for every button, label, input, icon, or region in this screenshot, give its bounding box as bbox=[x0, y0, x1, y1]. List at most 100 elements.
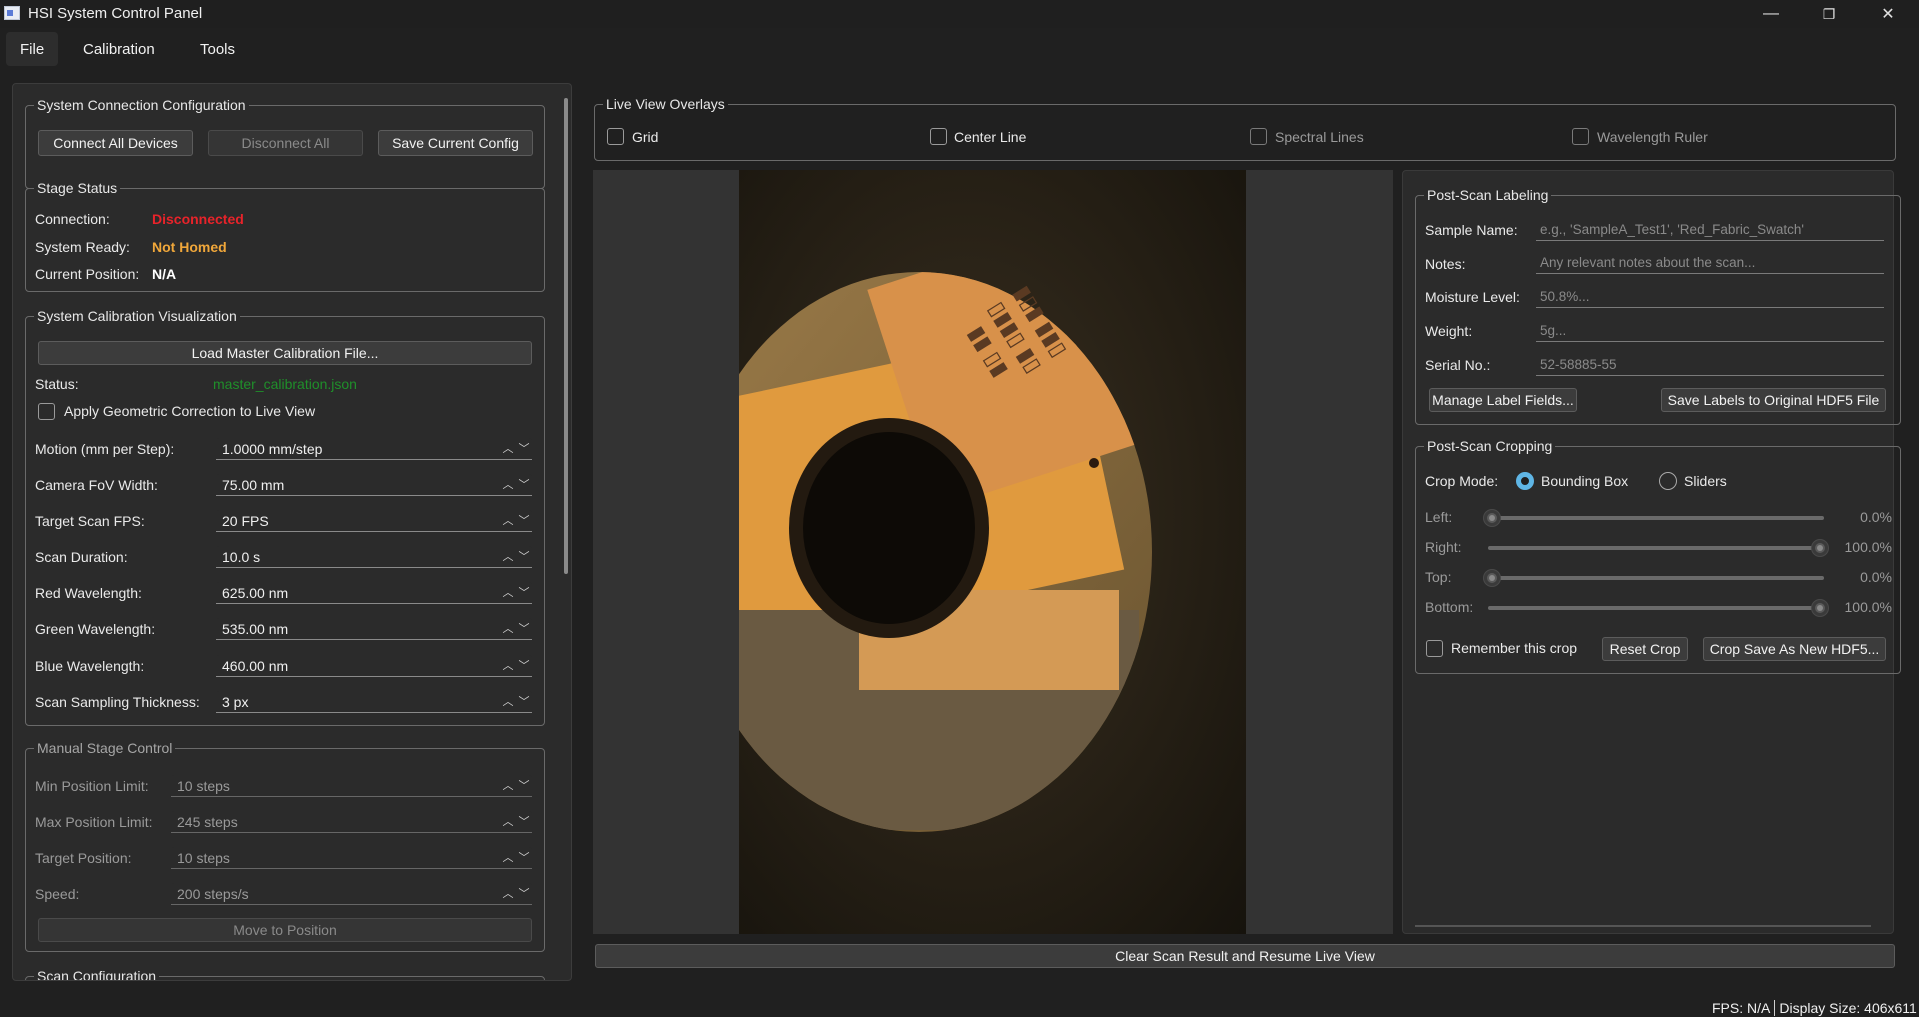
right-panel-scrollbar[interactable] bbox=[1415, 925, 1871, 927]
crop-left-value: 0.0% bbox=[1860, 509, 1892, 525]
current-position-label: Current Position: bbox=[35, 266, 140, 282]
crop-save-button[interactable]: Crop Save As New HDF5... bbox=[1703, 637, 1886, 661]
crop-right-slider[interactable] bbox=[1488, 546, 1824, 550]
menu-tools[interactable]: Tools bbox=[188, 32, 247, 66]
sampling-thickness-spinbox[interactable]: 3 px ︿ ﹀ bbox=[216, 691, 532, 713]
connection-group: System Connection Configuration Connect … bbox=[25, 96, 545, 189]
sliders-radio[interactable] bbox=[1659, 472, 1677, 490]
chevron-down-icon[interactable]: ﹀ bbox=[518, 777, 530, 793]
system-ready-label: System Ready: bbox=[35, 239, 130, 255]
calibration-group: System Calibration Visualization Load Ma… bbox=[25, 307, 545, 726]
chevron-up-icon[interactable]: ︿ bbox=[502, 512, 514, 528]
clear-scan-button[interactable]: Clear Scan Result and Resume Live View bbox=[595, 944, 1895, 968]
chevron-down-icon[interactable]: ﹀ bbox=[518, 440, 530, 456]
chevron-down-icon[interactable]: ﹀ bbox=[518, 476, 530, 492]
crop-right-slider-handle[interactable] bbox=[1812, 540, 1828, 556]
chevron-down-icon[interactable]: ﹀ bbox=[518, 620, 530, 636]
chevron-down-icon[interactable]: ﹀ bbox=[518, 849, 530, 865]
chevron-up-icon[interactable]: ︿ bbox=[502, 657, 514, 673]
crop-bottom-slider-handle[interactable] bbox=[1812, 600, 1828, 616]
weight-input[interactable]: 5g... bbox=[1536, 320, 1884, 342]
chevron-up-icon[interactable]: ︿ bbox=[502, 693, 514, 709]
spectral-lines-label: Spectral Lines bbox=[1275, 129, 1364, 145]
motion-spinbox[interactable]: 1.0000 mm/step ︿ ﹀ bbox=[216, 438, 532, 460]
chevron-up-icon[interactable]: ︿ bbox=[502, 777, 514, 793]
chevron-down-icon[interactable]: ﹀ bbox=[518, 885, 530, 901]
chevron-down-icon[interactable]: ﹀ bbox=[518, 548, 530, 564]
scan-fps-spinbox[interactable]: 20 FPS ︿ ﹀ bbox=[216, 510, 532, 532]
save-labels-button[interactable]: Save Labels to Original HDF5 File bbox=[1661, 388, 1886, 412]
speed-label: Speed: bbox=[35, 886, 80, 902]
spectral-lines-checkbox[interactable] bbox=[1250, 128, 1267, 145]
red-wavelength-spinbox[interactable]: 625.00 nm ︿ ﹀ bbox=[216, 582, 532, 604]
live-view-viewport[interactable]: ▮▯▮ ▮▮▯ ▯▮▮▯ ▮▯ ▮▮ ▯▮ bbox=[593, 170, 1393, 934]
wavelength-ruler-checkbox[interactable] bbox=[1572, 128, 1589, 145]
bounding-box-radio[interactable] bbox=[1516, 472, 1534, 490]
calibration-status-value: master_calibration.json bbox=[213, 376, 357, 392]
serial-input[interactable]: 52-58885-55 bbox=[1536, 354, 1884, 376]
chevron-up-icon[interactable]: ︿ bbox=[502, 476, 514, 492]
blue-wavelength-spinbox[interactable]: 460.00 nm ︿ ﹀ bbox=[216, 655, 532, 677]
moisture-input[interactable]: 50.8%... bbox=[1536, 286, 1884, 308]
cropping-group: Post-Scan Cropping Crop Mode: Bounding B… bbox=[1415, 437, 1901, 674]
max-position-spinbox[interactable]: 245 steps ︿ ﹀ bbox=[171, 811, 532, 833]
fov-width-value: 75.00 mm bbox=[222, 476, 285, 493]
chevron-down-icon[interactable]: ﹀ bbox=[518, 512, 530, 528]
close-button[interactable]: ✕ bbox=[1859, 0, 1917, 28]
speed-spinbox[interactable]: 200 steps/s ︿ ﹀ bbox=[171, 883, 532, 905]
calibration-status-label: Status: bbox=[35, 376, 79, 392]
reset-crop-button[interactable]: Reset Crop bbox=[1602, 637, 1688, 661]
chevron-down-icon[interactable]: ﹀ bbox=[518, 693, 530, 709]
remember-crop-checkbox[interactable] bbox=[1426, 640, 1443, 657]
blue-wavelength-value: 460.00 nm bbox=[222, 657, 289, 674]
grid-checkbox[interactable] bbox=[607, 128, 624, 145]
target-position-spinbox[interactable]: 10 steps ︿ ﹀ bbox=[171, 847, 532, 869]
disconnect-all-button[interactable]: Disconnect All bbox=[208, 130, 363, 156]
load-calibration-button[interactable]: Load Master Calibration File... bbox=[38, 341, 532, 365]
chevron-up-icon[interactable]: ︿ bbox=[502, 885, 514, 901]
chevron-down-icon[interactable]: ﹀ bbox=[518, 584, 530, 600]
maximize-button[interactable]: ❐ bbox=[1800, 0, 1858, 28]
chevron-up-icon[interactable]: ︿ bbox=[502, 584, 514, 600]
sampling-thickness-value: 3 px bbox=[222, 693, 249, 710]
crop-right-value: 100.0% bbox=[1844, 539, 1892, 555]
save-config-button[interactable]: Save Current Config bbox=[378, 130, 533, 156]
min-position-spinbox[interactable]: 10 steps ︿ ﹀ bbox=[171, 775, 532, 797]
crop-right-label: Right: bbox=[1425, 539, 1462, 555]
min-position-label: Min Position Limit: bbox=[35, 778, 149, 794]
sliders-label: Sliders bbox=[1684, 473, 1727, 489]
sample-name-input[interactable]: e.g., 'SampleA_Test1', 'Red_Fabric_Swatc… bbox=[1536, 219, 1884, 241]
scan-duration-spinbox[interactable]: 10.0 s ︿ ﹀ bbox=[216, 546, 532, 568]
chevron-up-icon[interactable]: ︿ bbox=[502, 548, 514, 564]
chevron-down-icon[interactable]: ﹀ bbox=[518, 657, 530, 673]
cropping-title: Post-Scan Cropping bbox=[1424, 437, 1556, 455]
geometric-correction-checkbox[interactable] bbox=[38, 403, 55, 420]
chevron-down-icon[interactable]: ﹀ bbox=[518, 813, 530, 829]
menu-calibration[interactable]: Calibration bbox=[71, 32, 167, 66]
chevron-up-icon[interactable]: ︿ bbox=[502, 849, 514, 865]
crop-top-slider[interactable] bbox=[1488, 576, 1824, 580]
menu-file[interactable]: File bbox=[6, 32, 59, 66]
connect-all-button[interactable]: Connect All Devices bbox=[38, 130, 193, 156]
motion-label: Motion (mm per Step): bbox=[35, 441, 175, 457]
window-title: HSI System Control Panel bbox=[28, 5, 203, 22]
manage-label-fields-button[interactable]: Manage Label Fields... bbox=[1429, 388, 1577, 412]
calibration-group-title: System Calibration Visualization bbox=[34, 307, 240, 325]
crop-left-slider[interactable] bbox=[1488, 516, 1824, 520]
left-panel-scrollbar[interactable] bbox=[564, 98, 568, 574]
green-wavelength-spinbox[interactable]: 535.00 nm ︿ ﹀ bbox=[216, 618, 532, 640]
minimize-button[interactable]: — bbox=[1742, 0, 1800, 28]
min-position-value: 10 steps bbox=[177, 777, 230, 794]
fov-width-spinbox[interactable]: 75.00 mm ︿ ﹀ bbox=[216, 474, 532, 496]
crop-top-slider-handle[interactable] bbox=[1484, 570, 1500, 586]
notes-input[interactable]: Any relevant notes about the scan... bbox=[1536, 252, 1884, 274]
crop-left-slider-handle[interactable] bbox=[1484, 510, 1500, 526]
center-line-checkbox[interactable] bbox=[930, 128, 947, 145]
serial-label: Serial No.: bbox=[1425, 357, 1491, 373]
crop-bottom-slider[interactable] bbox=[1488, 606, 1824, 610]
chevron-up-icon[interactable]: ︿ bbox=[502, 440, 514, 456]
chevron-up-icon[interactable]: ︿ bbox=[502, 620, 514, 636]
move-to-position-button[interactable]: Move to Position bbox=[38, 918, 532, 942]
display-size-status: Display Size: 406x611 bbox=[1779, 1000, 1917, 1016]
chevron-up-icon[interactable]: ︿ bbox=[502, 813, 514, 829]
